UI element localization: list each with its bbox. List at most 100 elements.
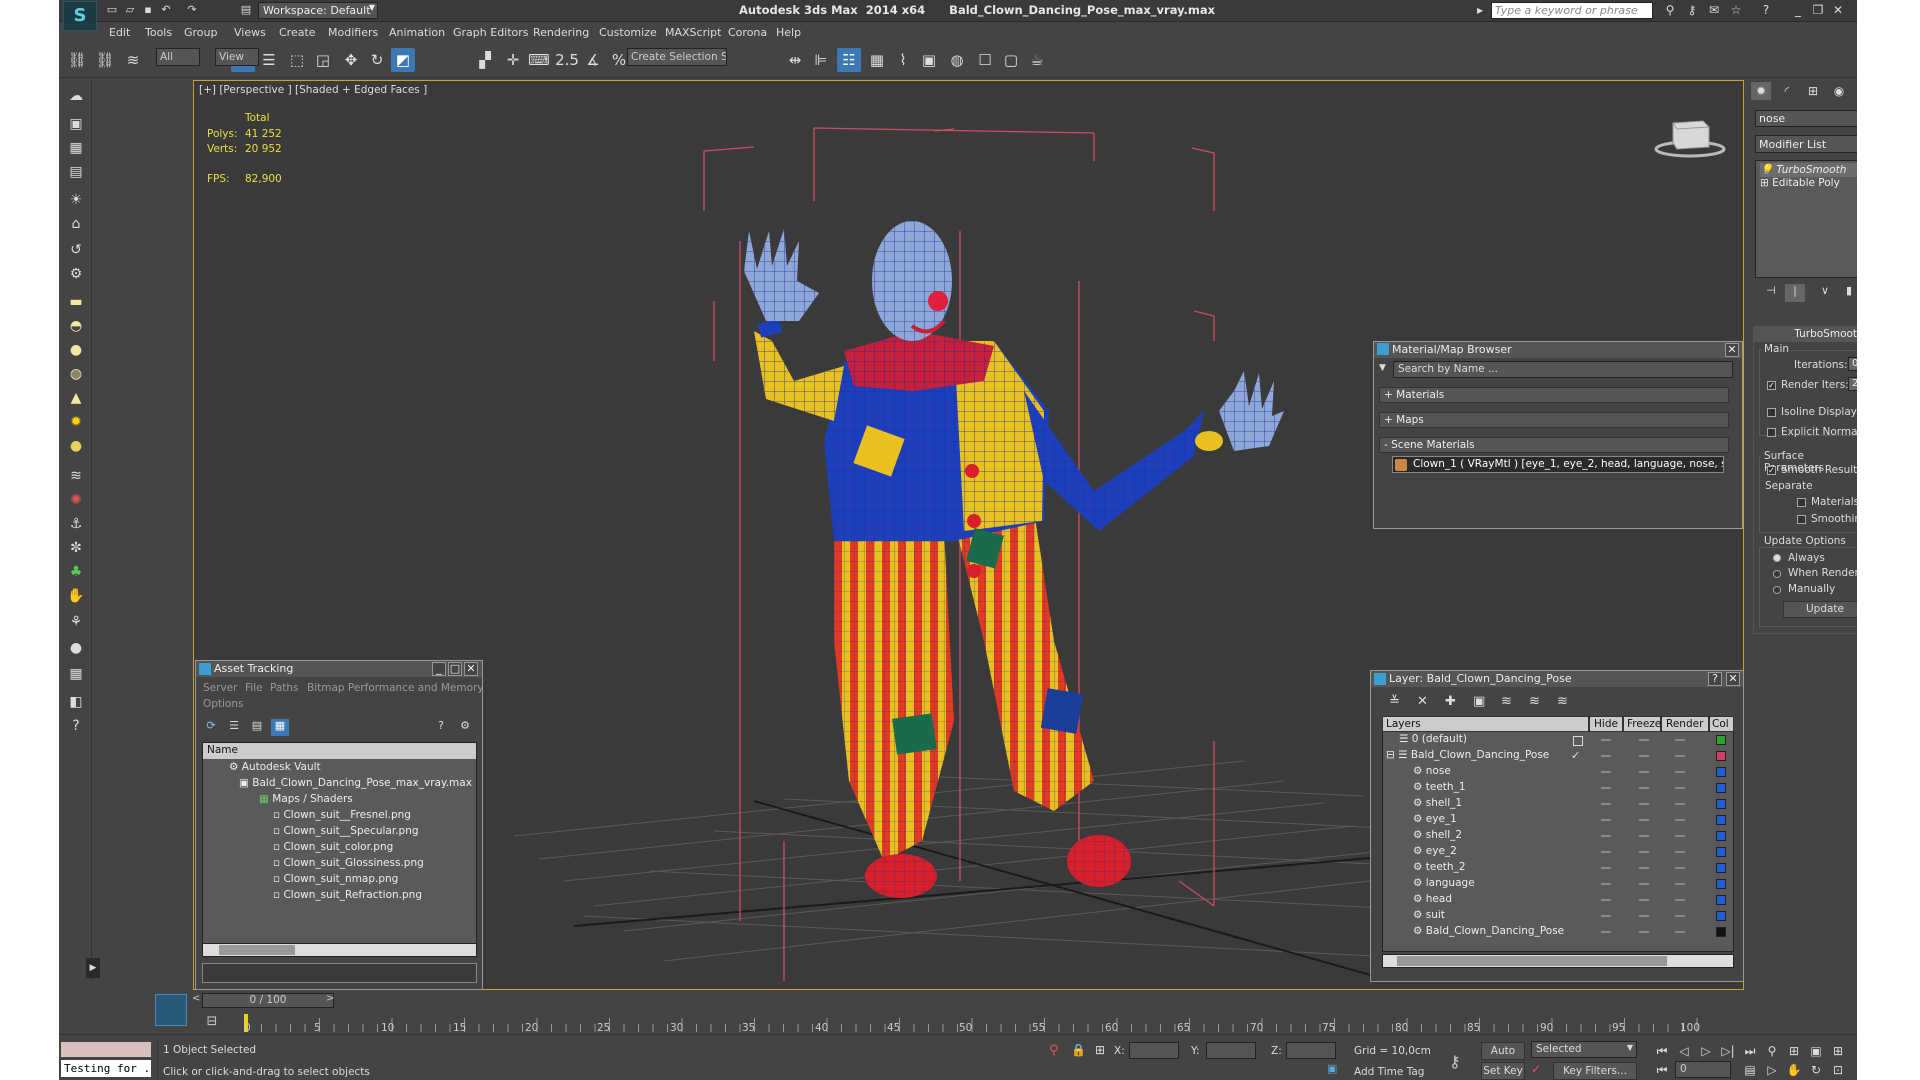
layer-freeze-toggle[interactable] (1639, 899, 1649, 901)
object-name-input[interactable]: nose (1755, 110, 1857, 127)
layer-render-toggle[interactable] (1675, 835, 1685, 837)
zoom-all-icon[interactable]: ⊞ (1785, 1042, 1803, 1060)
fire-icon[interactable]: ⚘ (66, 612, 86, 632)
layer-freeze-toggle[interactable] (1639, 771, 1649, 773)
angle-snap-icon[interactable]: ∡ (581, 48, 605, 72)
freeze-all-icon[interactable]: ≋ (1557, 694, 1568, 709)
layer-render-toggle[interactable] (1675, 851, 1685, 853)
orbit-icon[interactable]: ↻ (1807, 1061, 1825, 1079)
layer-freeze-toggle[interactable] (1639, 787, 1649, 789)
layer-freeze-toggle[interactable] (1639, 867, 1649, 869)
particles-icon[interactable]: ✺ (66, 490, 86, 510)
layer-freeze-toggle[interactable] (1639, 755, 1649, 757)
render-icon[interactable]: ⚙ (66, 264, 86, 284)
align-icon[interactable]: ⊫ (809, 48, 833, 72)
menu-tools[interactable]: Tools (145, 26, 172, 39)
graphite-ribbon-icon[interactable]: ▦ (865, 48, 889, 72)
unlink-icon[interactable]: ⛓ (93, 48, 117, 72)
asset-list[interactable]: Name ⚙ Autodesk Vault ▣ Bald_Clown_Danci… (202, 742, 477, 950)
layer-row[interactable]: ⚙ language (1413, 875, 1475, 891)
absolute-mode-icon[interactable]: ⊞ (1095, 1043, 1105, 1057)
material-browser-close-icon[interactable]: ✕ (1725, 343, 1739, 357)
minimize-icon[interactable]: _ (1791, 3, 1805, 17)
time-slider[interactable]: 0 / 100 (202, 993, 334, 1008)
refresh-icon[interactable]: ⟳ (202, 719, 220, 736)
layer-render-toggle[interactable] (1675, 771, 1685, 773)
geosphere-icon[interactable]: ◍ (66, 364, 86, 384)
isolate-icon[interactable]: ⚲ (1049, 1043, 1059, 1058)
asset-row[interactable]: ▦ Maps / Shaders (203, 791, 476, 807)
list-view-icon[interactable]: ☰ (225, 719, 243, 736)
turbosmooth-title[interactable]: TurboSmooth (1753, 326, 1857, 342)
display-tab-icon[interactable]: ▣ (1855, 82, 1857, 100)
layer-hide-toggle[interactable] (1601, 739, 1611, 741)
keyboard-shortcut-icon[interactable]: ⌨ (527, 48, 551, 72)
close-icon[interactable]: ✕ (1831, 3, 1845, 17)
always-radio[interactable] (1773, 554, 1781, 562)
layer-window-title[interactable]: Layer: Bald_Clown_Dancing_Pose (1371, 671, 1743, 687)
teapot-icon[interactable]: ☁ (66, 86, 86, 106)
light-icon[interactable]: ☀ (66, 190, 86, 210)
layer-row[interactable]: ⚙ shell_1 (1413, 795, 1462, 811)
schematic-view-icon[interactable]: ▣ (917, 48, 941, 72)
modifier-stack[interactable]: 💡 TurboSmooth ⊞ Editable Poly (1755, 160, 1857, 278)
camera-icon[interactable]: ⌂ (66, 214, 86, 234)
asset-row[interactable]: ▫ Clown_suit__Specular.png (203, 823, 476, 839)
curve-editor-icon[interactable]: ⌇ (891, 48, 915, 72)
asset-restore-icon[interactable]: □ (448, 662, 462, 676)
track-bar-toggle-icon[interactable] (155, 994, 187, 1026)
expand-arrow-icon[interactable]: ▶ (86, 958, 100, 978)
sphere-icon[interactable]: ● (66, 340, 86, 360)
select-and-link-icon[interactable]: ⛓ (65, 48, 89, 72)
restore-icon[interactable]: ❐ (1811, 3, 1825, 17)
render-column[interactable]: Render (1661, 716, 1709, 732)
layer-row[interactable]: ⚙ nose (1413, 763, 1451, 779)
menu-help[interactable]: Help (776, 26, 801, 39)
layer-render-toggle[interactable] (1675, 867, 1685, 869)
material-editor-icon[interactable]: ◍ (945, 48, 969, 72)
menu-maxscript[interactable]: MAXScript (665, 26, 721, 39)
asset-row[interactable]: ▫ Clown_suit_Refraction.png (203, 887, 476, 903)
freeze-column[interactable]: Freeze (1623, 716, 1661, 732)
layer-help-icon[interactable]: ? (1708, 672, 1722, 686)
mirror-icon[interactable]: ⇹ (783, 48, 807, 72)
favorites-icon[interactable]: ☆ (1729, 3, 1743, 17)
hide-column[interactable]: Hide (1589, 716, 1623, 732)
show-end-result-icon[interactable]: | (1785, 284, 1805, 302)
move-icon[interactable]: ✥ (339, 48, 363, 72)
grid-icon[interactable]: ▦ (66, 138, 86, 158)
select-layer-objects-icon[interactable]: ▣ (1473, 694, 1485, 709)
key-icon[interactable]: ⚷ (1449, 1052, 1461, 1071)
asset-row[interactable]: ▫ Clown_suit_color.png (203, 839, 476, 855)
layer-render-toggle[interactable] (1675, 803, 1685, 805)
maxscript-mini-listener[interactable]: Testing for ... (61, 1060, 151, 1077)
redo-icon[interactable]: ↷ (185, 3, 199, 17)
layer-freeze-toggle[interactable] (1639, 803, 1649, 805)
menu-corona[interactable]: Corona (728, 26, 767, 39)
render-setup-icon[interactable]: ☐ (973, 48, 997, 72)
maps-section[interactable]: + Maps (1379, 412, 1729, 428)
current-layer-box-icon[interactable] (1573, 736, 1583, 746)
hair-icon[interactable]: ≋ (66, 466, 86, 486)
hemisphere-icon[interactable]: ◓ (66, 316, 86, 336)
asset-row[interactable]: ▫ Clown_suit_nmap.png (203, 871, 476, 887)
scale-icon[interactable]: ◩ (391, 48, 415, 72)
update-button[interactable]: Update (1783, 601, 1857, 618)
set-key-icon[interactable]: ✓ (1531, 1062, 1549, 1078)
zoom-icon[interactable]: ⚲ (1763, 1042, 1781, 1060)
rotate-view-icon[interactable]: ↺ (66, 240, 86, 260)
lock-icon[interactable]: 🔒 (1071, 1043, 1086, 1057)
layer-hide-toggle[interactable] (1601, 931, 1611, 933)
layer-color-swatch[interactable] (1716, 767, 1726, 777)
table-icon[interactable]: ▤ (66, 162, 86, 182)
set-key-button[interactable]: Set Key (1481, 1062, 1525, 1080)
layer-render-toggle[interactable] (1675, 739, 1685, 741)
layer-hide-toggle[interactable] (1601, 883, 1611, 885)
snap-toggle-icon[interactable]: 2.5 (555, 48, 579, 72)
pin-stack-icon[interactable]: ⊣ (1761, 284, 1781, 302)
time-next-icon[interactable]: > (326, 993, 334, 1004)
layer-row[interactable]: ⚙ eye_2 (1413, 843, 1457, 859)
smoothing-groups-checkbox[interactable] (1797, 515, 1806, 524)
asset-name-column[interactable]: Name (203, 743, 476, 759)
menu-group[interactable]: Group (184, 26, 218, 39)
